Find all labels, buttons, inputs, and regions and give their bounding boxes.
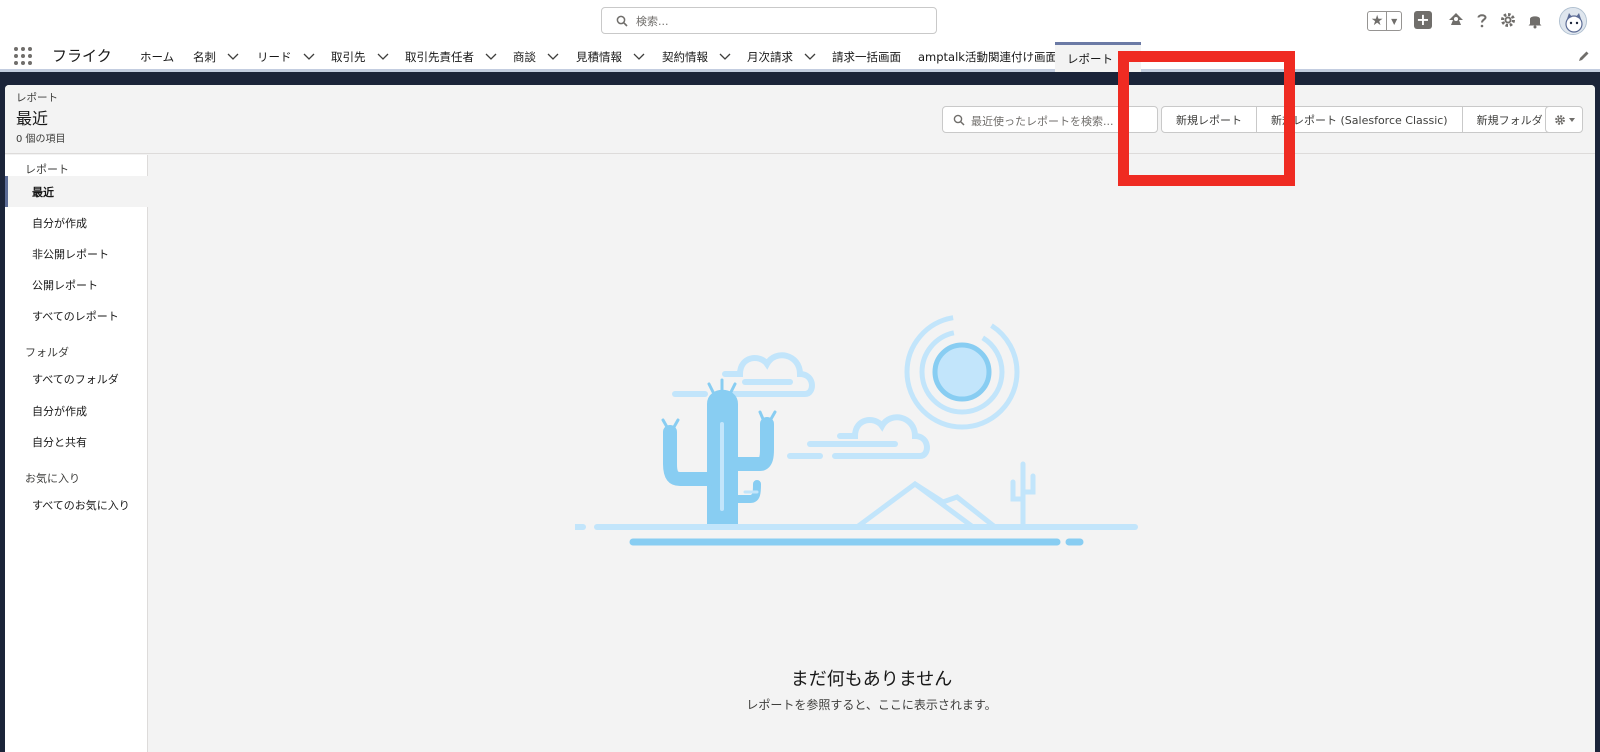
settings-menu-button[interactable]	[1545, 106, 1583, 133]
trailhead-icon[interactable]	[1447, 11, 1465, 29]
chevron-down-icon[interactable]	[377, 53, 389, 61]
gear-icon	[1554, 114, 1565, 125]
nav-item-opportunities[interactable]: 商談	[513, 42, 559, 72]
nav-item-label: 商談	[513, 50, 536, 64]
sidebar-item-public-reports[interactable]: 公開レポート	[5, 269, 148, 300]
user-avatar-icon	[1560, 8, 1586, 34]
nav-item-business-cards[interactable]: 名刺	[193, 42, 239, 72]
empty-state: まだ何もありません レポートを参照すると、ここに表示されます。	[148, 155, 1595, 752]
page-title: 最近	[16, 109, 49, 128]
nav-item-monthly-billing[interactable]: 月次請求	[747, 42, 816, 72]
nav-item-leads[interactable]: リード	[257, 42, 315, 72]
nav-item-label: 契約情報	[662, 50, 708, 64]
nav-item-accounts[interactable]: 取引先	[331, 42, 389, 72]
gear-icon[interactable]	[1499, 11, 1517, 29]
recent-reports-search-placeholder: 最近使ったレポートを検索...	[971, 115, 1114, 128]
new-folder-button[interactable]: 新規フォルダ	[1463, 107, 1557, 132]
star-icon[interactable]: ★	[1368, 12, 1388, 30]
sidebar-section-favorites: お気に入り	[25, 472, 80, 485]
search-icon	[953, 114, 965, 126]
sidebar-section-reports: レポート	[25, 163, 69, 176]
item-count: 0 個の項目	[16, 134, 66, 145]
global-search-placeholder: 検索...	[636, 15, 669, 28]
avatar[interactable]	[1559, 7, 1587, 35]
nav-item-label: 請求一括画面	[832, 50, 901, 64]
global-header: 検索... ★ ▼ +	[0, 0, 1600, 42]
chevron-down-icon[interactable]	[633, 53, 645, 61]
highlight-box	[1118, 51, 1295, 186]
chevron-down-icon[interactable]	[485, 53, 497, 61]
desert-cactus-illustration	[575, 314, 1138, 546]
chevron-down-icon[interactable]	[547, 53, 559, 61]
app-launcher-icon[interactable]	[14, 47, 32, 65]
sidebar-item-shared-with-me[interactable]: 自分と共有	[5, 426, 148, 457]
page-header: レポート 最近 0 個の項目 最近使ったレポートを検索... 新規レポート 新規…	[5, 85, 1595, 154]
favorites-button[interactable]: ★ ▼	[1367, 11, 1402, 31]
bell-icon[interactable]	[1526, 11, 1544, 29]
nav-item-label: レポート	[1067, 51, 1113, 66]
sidebar-item-folders-created-by-me[interactable]: 自分が作成	[5, 395, 148, 426]
nav-item-contracts[interactable]: 契約情報	[662, 42, 731, 72]
chevron-down-icon[interactable]	[303, 53, 315, 61]
chevron-down-icon[interactable]: ▼	[1387, 12, 1401, 30]
sidebar-item-created-by-me[interactable]: 自分が作成	[5, 207, 148, 238]
reports-sidebar: レポート 最近 自分が作成 非公開レポート 公開レポート すべてのレポート フォ…	[5, 155, 148, 752]
edit-nav-pencil-icon[interactable]	[1578, 50, 1590, 62]
chevron-down-icon[interactable]	[804, 53, 816, 61]
global-actions-plus-icon[interactable]: +	[1414, 11, 1432, 29]
object-label: レポート	[16, 92, 58, 104]
nav-item-label: amptalk活動関連付け画面	[918, 50, 1057, 64]
nav-item-label: 取引先	[331, 50, 366, 64]
global-search-input[interactable]: 検索...	[601, 7, 937, 34]
nav-item-label: ホーム	[140, 50, 175, 64]
nav-item-label: 見積情報	[576, 50, 622, 64]
sidebar-item-all-reports[interactable]: すべてのレポート	[5, 300, 148, 331]
nav-item-amptalk[interactable]: amptalk活動関連付け画面	[918, 42, 1057, 72]
sidebar-item-all-favorites[interactable]: すべてのお気に入り	[5, 489, 148, 520]
nav-item-label: 月次請求	[747, 50, 793, 64]
app-nav-bar: フライク ホーム 名刺 リード 取引先 取引先責任者 商談 見積情報 契約情報 …	[0, 42, 1600, 72]
empty-state-title: まだ何もありません	[790, 669, 953, 690]
nav-item-home[interactable]: ホーム	[140, 42, 174, 72]
chevron-down-icon[interactable]	[227, 53, 239, 61]
nav-item-quotes[interactable]: 見積情報	[576, 42, 645, 72]
nav-item-label: リード	[257, 50, 292, 64]
chevron-down-icon	[1568, 117, 1575, 122]
nav-item-label: 名刺	[193, 50, 216, 64]
nav-item-bulk-billing[interactable]: 請求一括画面	[832, 42, 901, 72]
nav-item-label: 取引先責任者	[405, 50, 474, 64]
sidebar-item-recent[interactable]: 最近	[5, 176, 148, 207]
help-icon[interactable]	[1473, 11, 1491, 29]
chevron-down-icon[interactable]	[719, 53, 731, 61]
app-name: フライク	[52, 47, 112, 65]
sidebar-section-folders: フォルダ	[25, 346, 69, 359]
empty-state-subtitle: レポートを参照すると、ここに表示されます。	[746, 698, 997, 712]
sidebar-item-all-folders[interactable]: すべてのフォルダ	[5, 363, 148, 394]
nav-item-contacts[interactable]: 取引先責任者	[405, 42, 497, 72]
search-icon	[616, 15, 628, 27]
sidebar-item-private-reports[interactable]: 非公開レポート	[5, 238, 148, 269]
reports-home: レポート 最近 0 個の項目 最近使ったレポートを検索... 新規レポート 新規…	[5, 85, 1595, 752]
